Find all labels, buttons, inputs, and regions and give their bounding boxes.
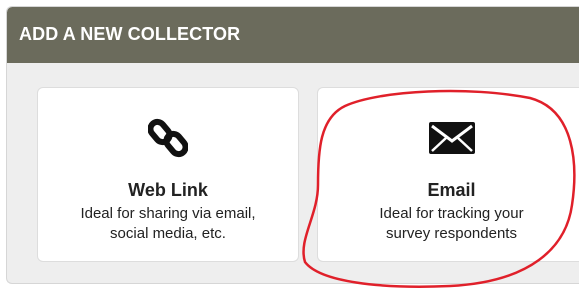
web-link-description-line-1: Ideal for sharing via email, xyxy=(80,205,256,222)
email-title: Email xyxy=(427,180,476,200)
add-collector-panel: ADD A NEW COLLECTOR Web Link Ideal for s… xyxy=(6,6,579,284)
email-description: Ideal for tracking your survey responden… xyxy=(318,204,579,244)
email-collector-card[interactable]: Email Ideal for tracking your survey res… xyxy=(317,87,579,262)
web-link-title: Web Link xyxy=(128,180,208,200)
panel-title: ADD A NEW COLLECTOR xyxy=(19,24,241,44)
web-link-description-line-2: social media, etc. xyxy=(110,225,226,242)
web-link-description: Ideal for sharing via email, social medi… xyxy=(38,204,298,244)
web-link-collector-card[interactable]: Web Link Ideal for sharing via email, so… xyxy=(37,87,299,262)
email-description-line-1: Ideal for tracking your xyxy=(379,205,524,222)
panel-header: ADD A NEW COLLECTOR xyxy=(7,7,579,63)
envelope-icon xyxy=(318,116,579,160)
email-description-line-2: survey respondents xyxy=(386,225,517,242)
link-icon xyxy=(38,116,298,160)
